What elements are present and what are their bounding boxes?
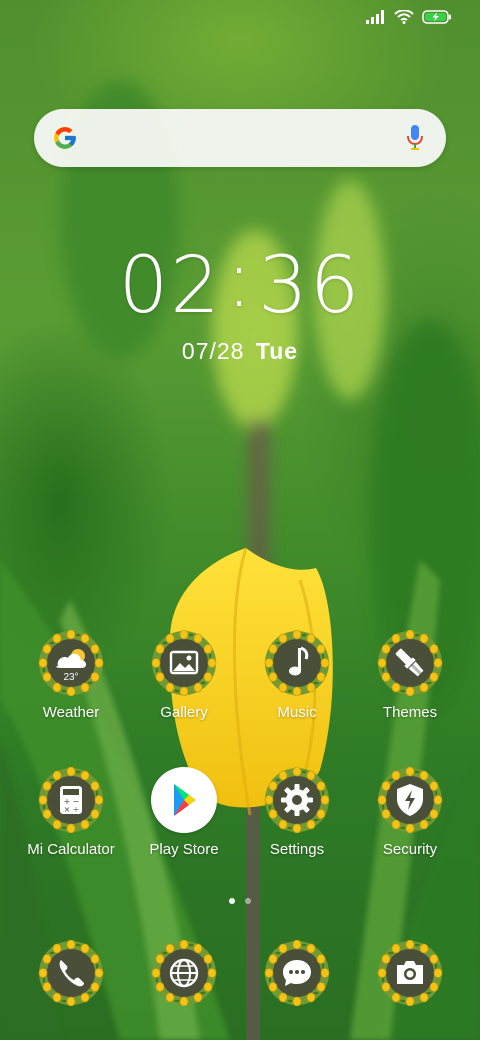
app-music[interactable]: Music bbox=[242, 630, 352, 721]
svg-text:÷: ÷ bbox=[73, 805, 80, 814]
dock-phone[interactable] bbox=[16, 940, 126, 1006]
battery-charging-icon bbox=[422, 10, 451, 24]
app-play-store[interactable]: Play Store bbox=[129, 767, 239, 858]
phone-icon bbox=[38, 940, 104, 1006]
app-weather[interactable]: 23° Weather bbox=[16, 630, 126, 721]
app-mi-calculator[interactable]: + − × ÷ Mi Calculator bbox=[16, 767, 126, 858]
app-label: Play Store bbox=[149, 841, 219, 858]
dock-browser[interactable] bbox=[129, 940, 239, 1006]
dock-messaging[interactable] bbox=[242, 940, 352, 1006]
google-g-icon bbox=[54, 127, 76, 149]
messaging-icon bbox=[264, 940, 330, 1006]
security-shield-icon bbox=[377, 767, 443, 833]
browser-globe-icon bbox=[151, 940, 217, 1006]
app-label: Security bbox=[382, 841, 438, 858]
app-label: Music bbox=[277, 704, 317, 721]
signal-bars-icon bbox=[366, 10, 384, 24]
clock-hours: 02 bbox=[118, 241, 222, 331]
clock-time[interactable]: 02:36 bbox=[0, 235, 480, 332]
page-dot bbox=[245, 898, 251, 904]
date-text: 07/28 bbox=[181, 338, 245, 364]
calculator-icon: + − × ÷ bbox=[38, 767, 104, 833]
clock-minutes: 36 bbox=[258, 241, 362, 331]
app-label: Gallery bbox=[160, 704, 208, 721]
settings-gear-icon bbox=[264, 767, 330, 833]
app-label: Settings bbox=[269, 841, 325, 858]
microphone-icon[interactable] bbox=[406, 125, 424, 151]
svg-text:×: × bbox=[64, 805, 71, 814]
clock-separator: : bbox=[225, 235, 255, 325]
page-indicator bbox=[0, 898, 480, 904]
camera-icon bbox=[377, 940, 443, 1006]
clock-date[interactable]: 07/28 Tue bbox=[0, 338, 480, 365]
day-of-week: Tue bbox=[255, 338, 299, 364]
music-note-icon bbox=[264, 630, 330, 696]
gallery-image-icon bbox=[151, 630, 217, 696]
google-search-bar[interactable] bbox=[34, 109, 446, 167]
app-themes[interactable]: Themes bbox=[355, 630, 465, 721]
app-label: Weather bbox=[42, 704, 100, 721]
themes-brush-icon bbox=[377, 630, 443, 696]
weather-cloud-sun-icon: 23° bbox=[38, 630, 104, 696]
play-store-icon bbox=[151, 767, 217, 833]
app-security[interactable]: Security bbox=[355, 767, 465, 858]
status-bar bbox=[366, 10, 452, 24]
app-label: Themes bbox=[382, 704, 438, 721]
app-gallery[interactable]: Gallery bbox=[129, 630, 239, 721]
dock-camera[interactable] bbox=[355, 940, 465, 1006]
app-settings[interactable]: Settings bbox=[242, 767, 352, 858]
wifi-icon bbox=[394, 10, 414, 24]
page-dot-active bbox=[229, 898, 235, 904]
app-label: Mi Calculator bbox=[27, 841, 115, 858]
weather-temp-badge: 23° bbox=[63, 672, 78, 683]
